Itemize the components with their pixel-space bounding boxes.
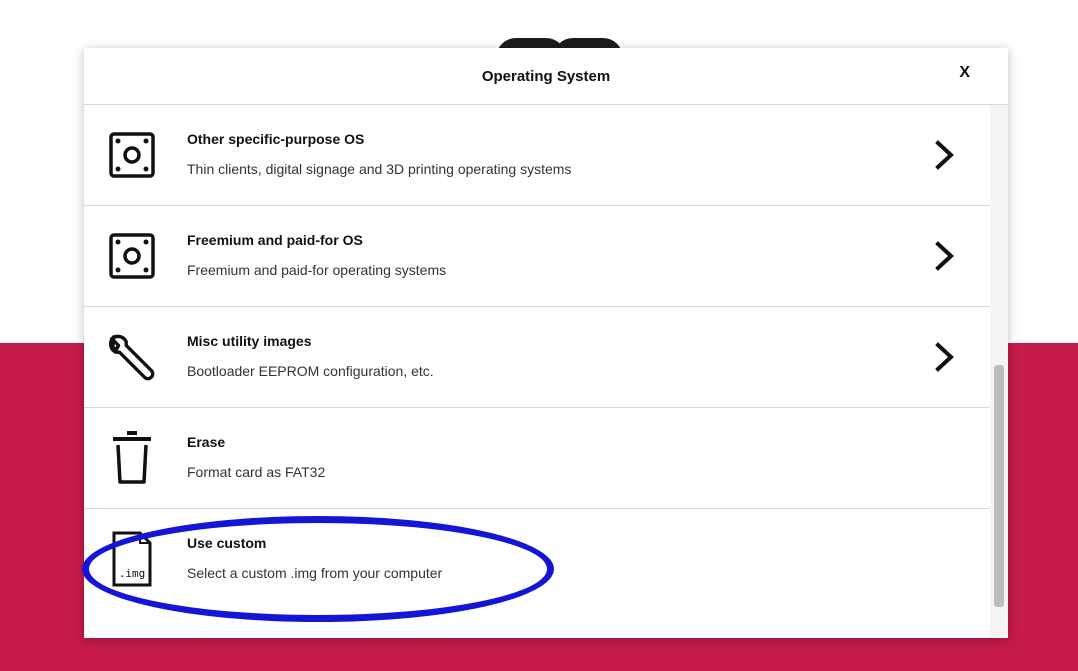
dialog-title: Operating System xyxy=(481,67,611,85)
scrollbar[interactable] xyxy=(990,105,1008,638)
item-title: Use custom xyxy=(187,535,267,551)
list-item-misc-utility-images[interactable]: Misc utility images Bootloader EEPROM co… xyxy=(84,307,990,408)
list-item-freemium-paid-os[interactable]: Freemium and paid-for OS Freemium and pa… xyxy=(84,206,990,307)
dialog-header: Operating System X xyxy=(84,48,1008,105)
chip-icon xyxy=(106,129,158,181)
wrench-icon xyxy=(106,331,158,383)
item-title: Other specific-purpose OS xyxy=(187,131,365,147)
item-description: Freemium and paid-for operating systems xyxy=(187,262,447,278)
item-description: Bootloader EEPROM configuration, etc. xyxy=(187,363,434,379)
os-list: Other specific-purpose OS Thin clients, … xyxy=(84,105,990,638)
list-item-other-specific-purpose-os[interactable]: Other specific-purpose OS Thin clients, … xyxy=(84,105,990,206)
chip-icon xyxy=(106,230,158,282)
close-button[interactable]: X xyxy=(959,64,970,82)
img-file-icon: .img xyxy=(106,531,158,587)
item-title: Misc utility images xyxy=(187,333,312,349)
img-file-icon-label: .img xyxy=(119,567,146,580)
operating-system-dialog: Operating System X Other specific-purpos… xyxy=(84,48,1008,638)
item-title: Erase xyxy=(187,434,226,450)
list-item-use-custom[interactable]: .img Use custom Select a custom .img fro… xyxy=(84,509,990,610)
chevron-right-icon[interactable] xyxy=(934,339,956,375)
item-description: Select a custom .img from your computer xyxy=(187,565,443,581)
item-description: Format card as FAT32 xyxy=(187,464,326,480)
trash-icon xyxy=(106,431,158,484)
chevron-right-icon[interactable] xyxy=(934,137,956,173)
item-title: Freemium and paid-for OS xyxy=(187,232,363,248)
item-description: Thin clients, digital signage and 3D pri… xyxy=(187,161,572,177)
scrollbar-thumb[interactable] xyxy=(994,365,1004,607)
chevron-right-icon[interactable] xyxy=(934,238,956,274)
list-item-erase[interactable]: Erase Format card as FAT32 xyxy=(84,408,990,509)
